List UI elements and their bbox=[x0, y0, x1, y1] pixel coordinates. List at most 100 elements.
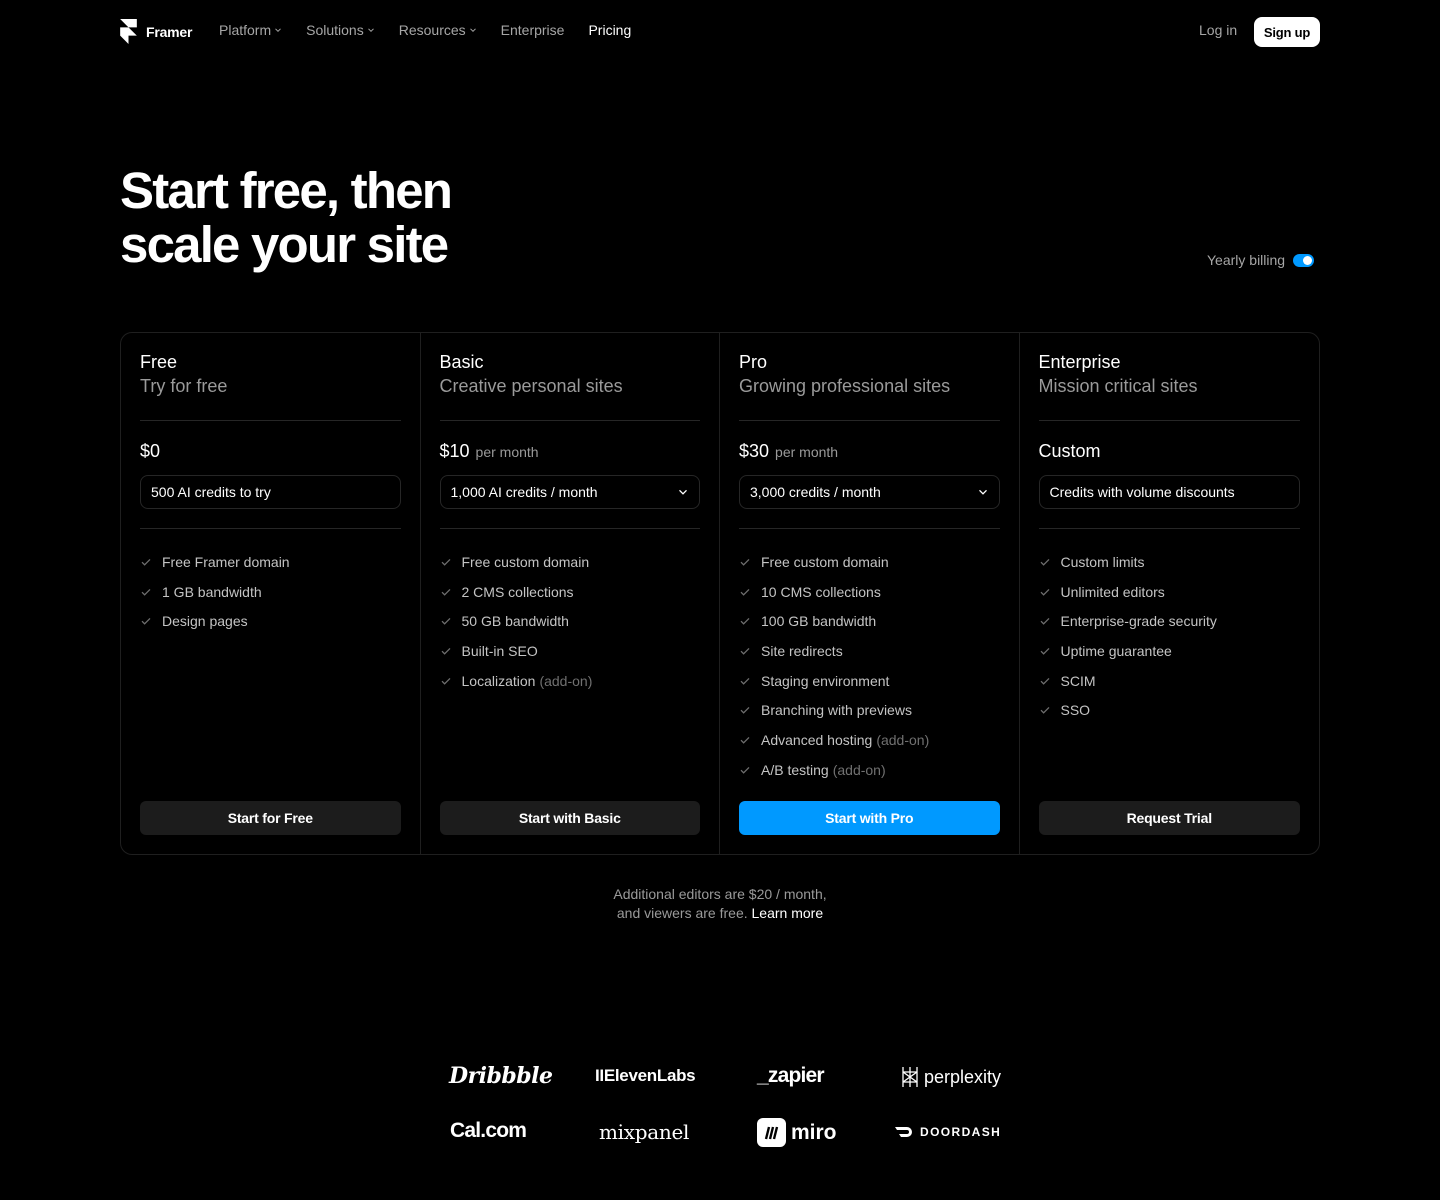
feature-item: Free custom domain bbox=[739, 547, 929, 577]
mixpanel-logo: mixpanel bbox=[599, 1120, 690, 1144]
nav-item-label: Pricing bbox=[588, 22, 632, 38]
feature-item: Staging environment bbox=[739, 666, 929, 696]
brand-logo[interactable]: Framer bbox=[120, 19, 192, 44]
price-amount: $30 bbox=[739, 441, 770, 461]
feature-item: SCIM bbox=[1039, 666, 1217, 696]
nav-item-solutions[interactable]: Solutions bbox=[306, 22, 375, 38]
page-title-line-2: scale your site bbox=[120, 216, 449, 273]
miro-logo: miro bbox=[757, 1118, 837, 1147]
feature-text: Staging environment bbox=[761, 672, 890, 689]
feature-item: A/B testing (add-on) bbox=[739, 755, 929, 785]
note-line-2: and viewers are free. bbox=[616, 905, 748, 921]
plan-name: Basic bbox=[439, 352, 484, 372]
nav-item-resources[interactable]: Resources bbox=[399, 22, 477, 38]
feature-item: Design pages bbox=[140, 606, 290, 636]
login-link[interactable]: Log in bbox=[1199, 22, 1237, 38]
perplexity-mark-icon bbox=[902, 1067, 918, 1087]
feature-item: Free custom domain bbox=[440, 547, 593, 577]
check-icon bbox=[740, 618, 750, 625]
check-icon bbox=[441, 588, 450, 596]
plan-subtitle: Try for free bbox=[140, 376, 228, 396]
credits-select[interactable]: 1,000 AI credits / month bbox=[439, 475, 700, 509]
doordash-wordmark: DOORDASH bbox=[920, 1125, 1002, 1139]
feature-item: Built-in SEO bbox=[440, 636, 593, 666]
price-amount: $10 bbox=[439, 441, 470, 461]
check-icon bbox=[141, 588, 151, 596]
perplexity-logo: perplexity bbox=[900, 1066, 1001, 1088]
feature-item: 10 CMS collections bbox=[739, 577, 929, 607]
top-nav: Framer Platform Solutions Resources Ente… bbox=[0, 0, 1440, 62]
check-icon bbox=[740, 736, 750, 744]
plan-name: Pro bbox=[739, 352, 768, 372]
miro-wordmark: miro bbox=[791, 1120, 837, 1144]
nav-links: Platform Solutions Resources Enterprise … bbox=[219, 22, 631, 38]
start-pro-button[interactable]: Start with Pro bbox=[739, 801, 1000, 835]
feature-item: 2 CMS collections bbox=[440, 577, 593, 607]
feature-text: SSO bbox=[1060, 702, 1091, 719]
learn-more-link[interactable]: Learn more bbox=[752, 905, 824, 921]
chevron-down-icon bbox=[275, 28, 281, 33]
addon-tag: (add-on) bbox=[539, 672, 593, 689]
check-icon bbox=[1040, 647, 1049, 655]
signup-button[interactable]: Sign up bbox=[1254, 17, 1320, 47]
feature-list: Free custom domain 10 CMS collections 10… bbox=[739, 547, 929, 785]
nav-item-enterprise[interactable]: Enterprise bbox=[501, 22, 565, 38]
feature-item: Free Framer domain bbox=[140, 547, 290, 577]
feature-text: 10 CMS collections bbox=[761, 583, 881, 600]
feature-text: Site redirects bbox=[761, 642, 843, 659]
request-trial-button[interactable]: Request Trial bbox=[1038, 801, 1300, 835]
check-icon bbox=[1040, 618, 1049, 625]
page-title-line-1: Start free, then bbox=[120, 162, 453, 219]
price-amount: $0 bbox=[140, 441, 161, 461]
yearly-billing-toggle[interactable] bbox=[1293, 253, 1315, 267]
credits-label: 3,000 credits / month bbox=[750, 484, 881, 500]
check-icon bbox=[141, 558, 151, 566]
feature-text: Localization bbox=[461, 672, 536, 689]
feature-text: 2 CMS collections bbox=[461, 583, 574, 600]
feature-text: Uptime guarantee bbox=[1060, 642, 1172, 659]
price-amount: Custom bbox=[1038, 441, 1101, 461]
feature-item: Unlimited editors bbox=[1039, 577, 1217, 607]
feature-item: Enterprise-grade security bbox=[1039, 606, 1217, 636]
feature-item: Localization (add-on) bbox=[440, 666, 593, 696]
feature-text: A/B testing bbox=[761, 761, 829, 778]
nav-item-pricing[interactable]: Pricing bbox=[588, 22, 631, 38]
plan-price: $10 per month bbox=[440, 441, 539, 462]
check-icon bbox=[1040, 588, 1049, 596]
check-icon bbox=[740, 707, 750, 715]
feature-item: 50 GB bandwidth bbox=[440, 606, 593, 636]
check-icon bbox=[740, 647, 750, 655]
price-period: per month bbox=[475, 444, 539, 460]
credits-label: Credits with volume discounts bbox=[1049, 484, 1235, 500]
check-icon bbox=[141, 618, 151, 625]
doordash-logo: DOORDASH bbox=[894, 1125, 1001, 1139]
plan-price: $30 per month bbox=[739, 441, 838, 462]
feature-item: Advanced hosting (add-on) bbox=[739, 725, 929, 755]
feature-list: Custom limits Unlimited editors Enterpri… bbox=[1039, 547, 1217, 725]
feature-text: Custom limits bbox=[1060, 553, 1145, 570]
feature-item: SSO bbox=[1039, 695, 1217, 725]
start-basic-button[interactable]: Start with Basic bbox=[439, 801, 700, 835]
credits-field: Credits with volume discounts bbox=[1038, 475, 1300, 509]
credits-select[interactable]: 3,000 credits / month bbox=[739, 475, 1000, 509]
divider bbox=[739, 420, 1000, 421]
check-icon bbox=[1040, 558, 1049, 566]
calcom-logo: Cal.com bbox=[450, 1119, 527, 1142]
check-icon bbox=[441, 558, 450, 566]
feature-text: Design pages bbox=[162, 613, 248, 630]
chevron-down-icon bbox=[679, 489, 687, 495]
check-icon bbox=[1040, 677, 1049, 685]
billing-label: Yearly billing bbox=[1207, 252, 1286, 268]
feature-item: 100 GB bandwidth bbox=[739, 606, 929, 636]
nav-item-platform[interactable]: Platform bbox=[219, 22, 282, 38]
check-icon bbox=[740, 588, 750, 596]
feature-text: Advanced hosting bbox=[761, 731, 873, 748]
plan-subtitle: Mission critical sites bbox=[1038, 376, 1198, 396]
plan-subtitle: Creative personal sites bbox=[439, 376, 623, 396]
start-free-button[interactable]: Start for Free bbox=[140, 801, 401, 835]
plan-card-enterprise: Enterprise Mission critical sites Custom… bbox=[1020, 333, 1320, 854]
plan-name: Free bbox=[140, 352, 178, 372]
addon-tag: (add-on) bbox=[876, 731, 930, 748]
feature-text: Free Framer domain bbox=[162, 553, 290, 570]
page-title: Start free, then scale your site bbox=[120, 162, 453, 273]
